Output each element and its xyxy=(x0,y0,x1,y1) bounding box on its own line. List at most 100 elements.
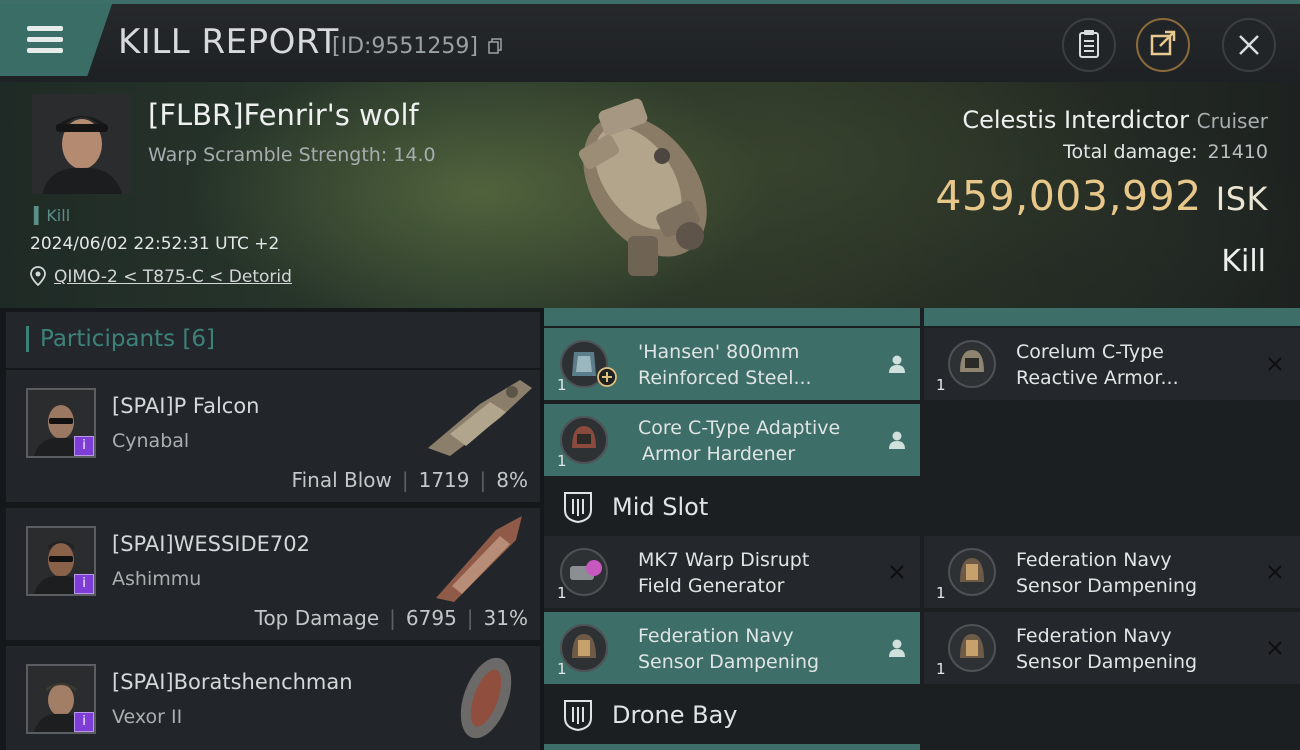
ship-render-image xyxy=(578,98,707,276)
dropped-person-icon xyxy=(889,431,905,449)
module-name: Corelum C-Type Reactive Armor... xyxy=(1016,339,1179,391)
module-name: Federation Navy Sensor Dampening xyxy=(1016,547,1197,599)
clipboard-button[interactable] xyxy=(1062,18,1116,72)
module-quantity: 1 xyxy=(936,376,946,394)
ship-image xyxy=(428,380,532,456)
module-quantity: 1 xyxy=(936,660,946,678)
victim-name[interactable]: [FLBR]Fenrir's wolf xyxy=(148,98,419,132)
total-damage-label: Total damage: xyxy=(1063,141,1198,163)
kill-tag-label: Kill xyxy=(46,206,71,225)
mid-slot-title: Mid Slot xyxy=(612,493,709,521)
destroyed-x-icon xyxy=(1268,565,1282,579)
total-damage: Total damage: 21410 xyxy=(1063,141,1268,163)
drone-bay-title: Drone Bay xyxy=(612,701,738,729)
ship-image xyxy=(460,657,512,739)
module-name: Federation Navy Sensor Dampening xyxy=(1016,623,1197,675)
module-row-partial[interactable] xyxy=(924,308,1300,326)
sensor-dampener-icon xyxy=(948,548,996,596)
alliance-badge-icon: i xyxy=(74,436,94,456)
mid-slot-icon xyxy=(564,492,592,524)
module-row-partial[interactable] xyxy=(544,308,920,326)
isk-unit: ISK xyxy=(1215,180,1268,218)
participant-name[interactable]: [SPAI]P Falcon xyxy=(112,394,260,418)
participant-damage: 1719 xyxy=(418,468,470,492)
module-name-line2: Field Generator xyxy=(638,575,785,597)
ship-class: Cruiser xyxy=(1196,109,1268,133)
ship-name: Celestis Interdictor xyxy=(962,106,1189,134)
module-row-partial[interactable] xyxy=(544,744,920,750)
participant-name[interactable]: [SPAI]Boratshenchman xyxy=(112,670,353,694)
module-quantity: 1 xyxy=(557,452,567,470)
kill-id: [ID:9551259] xyxy=(332,34,478,59)
ship-image xyxy=(436,516,522,602)
destroyed-x-icon xyxy=(1268,641,1282,655)
kill-tag: ▍Kill xyxy=(34,206,71,225)
alliance-badge-icon: i xyxy=(74,574,94,594)
module-name-line1: Core C-Type Adaptive xyxy=(638,417,841,439)
isk-value: 459,003,992 ISK xyxy=(935,172,1268,220)
module-name-line2: Sensor Dampening xyxy=(638,651,820,673)
total-damage-value: 21410 xyxy=(1207,141,1268,163)
module-name: MK7 Warp Disrupt Field Generator xyxy=(638,547,809,599)
module-name: Federation Navy Sensor Dampening xyxy=(638,623,819,675)
kill-result: Kill xyxy=(1221,244,1266,279)
participant-percent: 31% xyxy=(483,606,528,630)
victim-portrait[interactable] xyxy=(32,94,132,194)
warp-disruptor-icon xyxy=(560,548,608,596)
clipboard-icon xyxy=(1079,30,1099,58)
plus-icon xyxy=(597,367,617,387)
sensor-dampener-icon xyxy=(948,624,996,672)
participant-stats: Final Blow | 1719 | 8% xyxy=(291,468,528,492)
participant-ship: Vexor II xyxy=(112,706,183,728)
module-name-line2: Reinforced Steel... xyxy=(638,367,812,389)
dropped-person-icon xyxy=(889,355,905,373)
sensor-dampener-icon xyxy=(560,624,608,672)
dropped-person-icon xyxy=(889,639,905,657)
module-name-line1: Corelum C-Type xyxy=(1016,341,1164,363)
location-pin-icon xyxy=(30,266,46,286)
destroyed-x-icon xyxy=(1268,357,1282,371)
close-button[interactable] xyxy=(1222,18,1276,72)
kill-date: 2024/06/02 22:52:31 UTC +2 xyxy=(30,234,280,254)
participants-title: Participants [6] xyxy=(40,326,215,352)
share-icon xyxy=(1150,30,1176,56)
module-quantity: 1 xyxy=(936,584,946,602)
participant-role: Final Blow xyxy=(291,468,392,492)
module-name-line1: MK7 Warp Disrupt xyxy=(638,549,810,571)
module-name-line1: Federation Navy xyxy=(1016,549,1172,571)
module-name-line1: Federation Navy xyxy=(1016,625,1172,647)
copy-icon[interactable] xyxy=(488,38,502,54)
alliance-badge-icon: i xyxy=(74,712,94,732)
armor-helmet-icon xyxy=(948,340,996,388)
participant-role: Top Damage xyxy=(254,606,380,630)
share-button[interactable] xyxy=(1136,18,1190,72)
module-name-line2: Sensor Dampening xyxy=(1016,651,1198,673)
module-name-line2: Armor Hardener xyxy=(642,443,796,465)
destroyed-x-icon xyxy=(890,565,904,579)
module-name: Core C-Type Adaptive Armor Hardener xyxy=(638,415,840,467)
participant-stats: Top Damage | 6795 | 31% xyxy=(254,606,528,630)
participants-count: [6] xyxy=(182,326,216,352)
participants-title-label: Participants xyxy=(40,326,176,352)
module-quantity: 1 xyxy=(557,660,567,678)
module-quantity: 1 xyxy=(557,376,567,394)
warp-scramble-strength: Warp Scramble Strength: 14.0 xyxy=(148,144,436,166)
close-icon xyxy=(1239,35,1259,55)
module-name-line2: Sensor Dampening xyxy=(1016,575,1198,597)
participant-name[interactable]: [SPAI]WESSIDE702 xyxy=(112,532,310,556)
participant-percent: 8% xyxy=(496,468,528,492)
kill-location-link[interactable]: QIMO-2 < T875-C < Detorid xyxy=(54,267,292,287)
participant-damage: 6795 xyxy=(405,606,457,630)
module-name: 'Hansen' 800mm Reinforced Steel... xyxy=(638,339,812,391)
page-title: KILL REPORT xyxy=(118,22,339,62)
armor-helmet-icon xyxy=(560,416,608,464)
participant-ship: Cynabal xyxy=(112,430,190,452)
module-name-line1: Federation Navy xyxy=(638,625,794,647)
participants-accent-bar xyxy=(26,326,29,352)
module-quantity: 1 xyxy=(557,584,567,602)
isk-amount: 459,003,992 xyxy=(935,172,1202,220)
drone-bay-icon xyxy=(564,700,592,732)
victim-ship[interactable]: Celestis Interdictor Cruiser xyxy=(962,106,1268,134)
participant-ship: Ashimmu xyxy=(112,568,202,590)
module-name-line1: 'Hansen' 800mm xyxy=(638,341,800,363)
